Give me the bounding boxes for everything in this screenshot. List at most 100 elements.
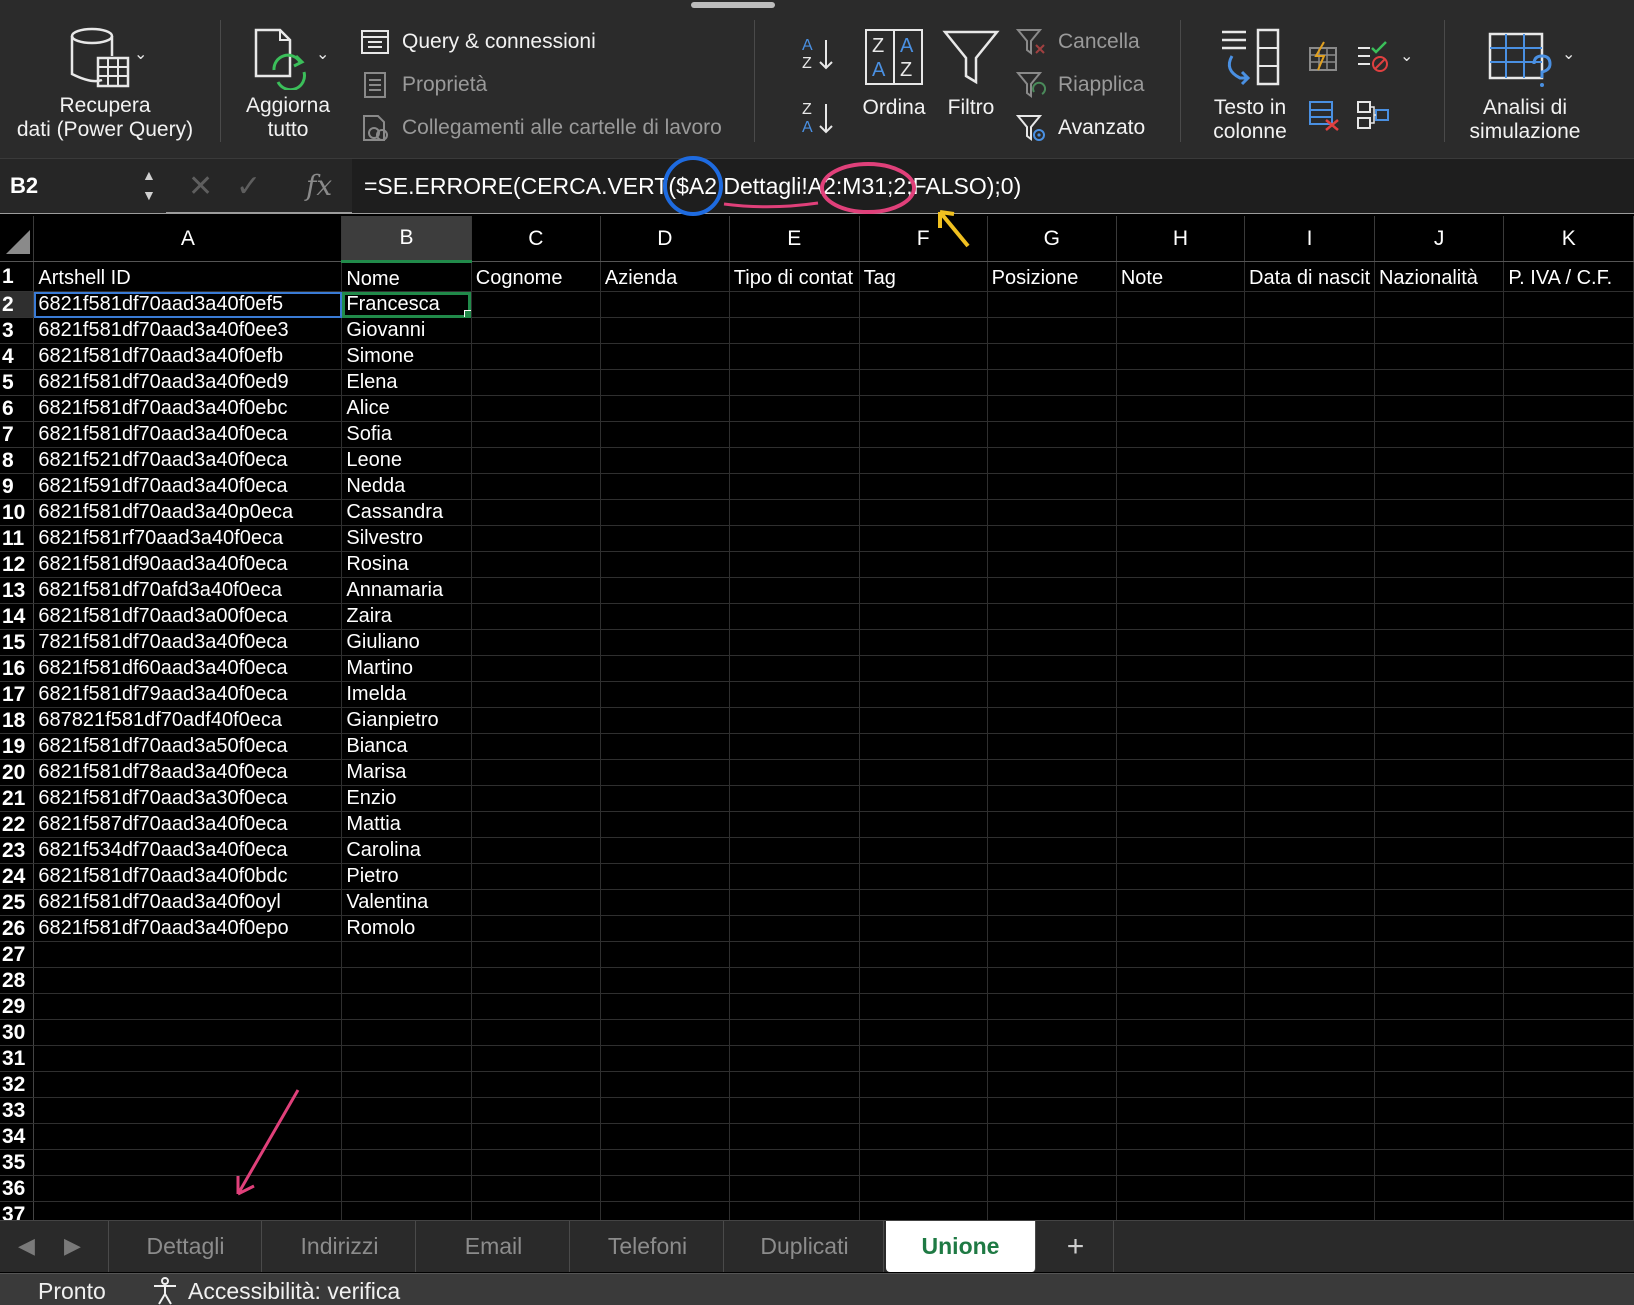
cell-b25[interactable]: Valentina <box>341 889 472 916</box>
cell-j8[interactable] <box>1374 447 1505 474</box>
cell-j3[interactable] <box>1374 317 1505 344</box>
cell-k19[interactable] <box>1503 733 1634 760</box>
scroll-tabs-right-icon[interactable]: ▶ <box>64 1233 81 1259</box>
cell-h35[interactable] <box>1116 1149 1246 1176</box>
cell-h17[interactable] <box>1116 681 1246 708</box>
cell-d33[interactable] <box>600 1097 730 1124</box>
fill-handle[interactable] <box>463 310 471 317</box>
cell-c32[interactable] <box>471 1071 601 1098</box>
cell-b15[interactable]: Giuliano <box>341 629 472 656</box>
cell-d28[interactable] <box>600 967 730 994</box>
cell-i36[interactable] <box>1244 1175 1375 1202</box>
cell-f6[interactable] <box>859 395 988 422</box>
cell-g26[interactable] <box>987 915 1117 942</box>
cell-g7[interactable] <box>987 421 1117 448</box>
cell-k16[interactable] <box>1503 655 1634 682</box>
cell-j13[interactable] <box>1374 577 1505 604</box>
row-header[interactable]: 30 <box>0 1019 35 1046</box>
chevron-down-icon[interactable]: ⌄ <box>1400 46 1413 66</box>
cell-b19[interactable]: Bianca <box>341 733 472 760</box>
cell-b37[interactable] <box>341 1201 472 1220</box>
cell-j32[interactable] <box>1374 1071 1505 1098</box>
cell-e12[interactable] <box>729 551 860 578</box>
column-header-k[interactable]: K <box>1503 216 1634 262</box>
row-header[interactable]: 14 <box>0 603 35 630</box>
cell-b22[interactable]: Mattia <box>341 811 472 838</box>
cell-d23[interactable] <box>600 837 730 864</box>
cell-e6[interactable] <box>729 395 860 422</box>
cell-h15[interactable] <box>1116 629 1246 656</box>
cell-a7[interactable]: 6821f581df70aad3a40f0eca <box>33 421 343 448</box>
cell-h22[interactable] <box>1116 811 1246 838</box>
cell-a24[interactable]: 6821f581df70aad3a40f0bdc <box>33 863 343 890</box>
sheet-tab-indirizzi[interactable]: Indirizzi <box>264 1221 416 1272</box>
column-header-i[interactable]: I <box>1244 216 1375 262</box>
cell-a36[interactable] <box>33 1175 343 1202</box>
cell-i27[interactable] <box>1244 941 1375 968</box>
cell-c1[interactable]: Cognome <box>471 261 601 292</box>
cell-k31[interactable] <box>1503 1045 1634 1072</box>
cell-f1[interactable]: Tag <box>859 261 988 292</box>
cell-i18[interactable] <box>1244 707 1375 734</box>
cell-j5[interactable] <box>1374 369 1505 396</box>
cell-c3[interactable] <box>471 317 601 344</box>
cell-f28[interactable] <box>859 967 988 994</box>
cell-a8[interactable]: 6821f521df70aad3a40f0eca <box>33 447 343 474</box>
cell-j29[interactable] <box>1374 993 1505 1020</box>
cell-c25[interactable] <box>471 889 601 916</box>
what-if-analysis-button[interactable]: ⌄ Analisi di simulazione <box>1460 0 1630 158</box>
cell-f15[interactable] <box>859 629 988 656</box>
cell-f11[interactable] <box>859 525 988 552</box>
cell-a17[interactable]: 6821f581df79aad3a40f0eca <box>33 681 343 708</box>
cell-j36[interactable] <box>1374 1175 1505 1202</box>
cell-h25[interactable] <box>1116 889 1246 916</box>
cell-d22[interactable] <box>600 811 730 838</box>
cell-a28[interactable] <box>33 967 343 994</box>
cell-b1[interactable]: Nome <box>341 261 472 292</box>
cell-f16[interactable] <box>859 655 988 682</box>
cell-a20[interactable]: 6821f581df78aad3a40f0eca <box>33 759 343 786</box>
cell-k9[interactable] <box>1503 473 1634 500</box>
cell-a13[interactable]: 6821f581df70afd3a40f0eca <box>33 577 343 604</box>
cell-f19[interactable] <box>859 733 988 760</box>
cell-h6[interactable] <box>1116 395 1246 422</box>
cell-e15[interactable] <box>729 629 860 656</box>
cell-a35[interactable] <box>33 1149 343 1176</box>
cell-e29[interactable] <box>729 993 860 1020</box>
column-header-e[interactable]: E <box>729 216 860 262</box>
cell-e2[interactable] <box>729 291 860 318</box>
cell-f31[interactable] <box>859 1045 988 1072</box>
cell-i10[interactable] <box>1244 499 1375 526</box>
cell-h3[interactable] <box>1116 317 1246 344</box>
cell-h16[interactable] <box>1116 655 1246 682</box>
row-header[interactable]: 11 <box>0 525 35 552</box>
cell-b33[interactable] <box>341 1097 472 1124</box>
consolidate-button[interactable] <box>1356 98 1390 132</box>
cell-f36[interactable] <box>859 1175 988 1202</box>
cell-h4[interactable] <box>1116 343 1246 370</box>
cell-e18[interactable] <box>729 707 860 734</box>
cell-k24[interactable] <box>1503 863 1634 890</box>
cell-e20[interactable] <box>729 759 860 786</box>
cell-g25[interactable] <box>987 889 1117 916</box>
cell-k28[interactable] <box>1503 967 1634 994</box>
cell-g20[interactable] <box>987 759 1117 786</box>
cell-h27[interactable] <box>1116 941 1246 968</box>
cell-b4[interactable]: Simone <box>341 343 472 370</box>
sort-ascending-button[interactable]: AZ <box>800 34 840 74</box>
cell-c26[interactable] <box>471 915 601 942</box>
cell-h10[interactable] <box>1116 499 1246 526</box>
window-grab-handle[interactable] <box>691 2 775 8</box>
cell-k29[interactable] <box>1503 993 1634 1020</box>
cell-a2[interactable]: 6821f581df70aad3a40f0ef5 <box>33 291 343 318</box>
row-header[interactable]: 32 <box>0 1071 35 1098</box>
cell-i19[interactable] <box>1244 733 1375 760</box>
cell-j4[interactable] <box>1374 343 1505 370</box>
column-header-d[interactable]: D <box>600 216 730 262</box>
cell-c37[interactable] <box>471 1201 601 1220</box>
cell-k36[interactable] <box>1503 1175 1634 1202</box>
cell-e36[interactable] <box>729 1175 860 1202</box>
cell-g5[interactable] <box>987 369 1117 396</box>
cell-i22[interactable] <box>1244 811 1375 838</box>
cell-e27[interactable] <box>729 941 860 968</box>
